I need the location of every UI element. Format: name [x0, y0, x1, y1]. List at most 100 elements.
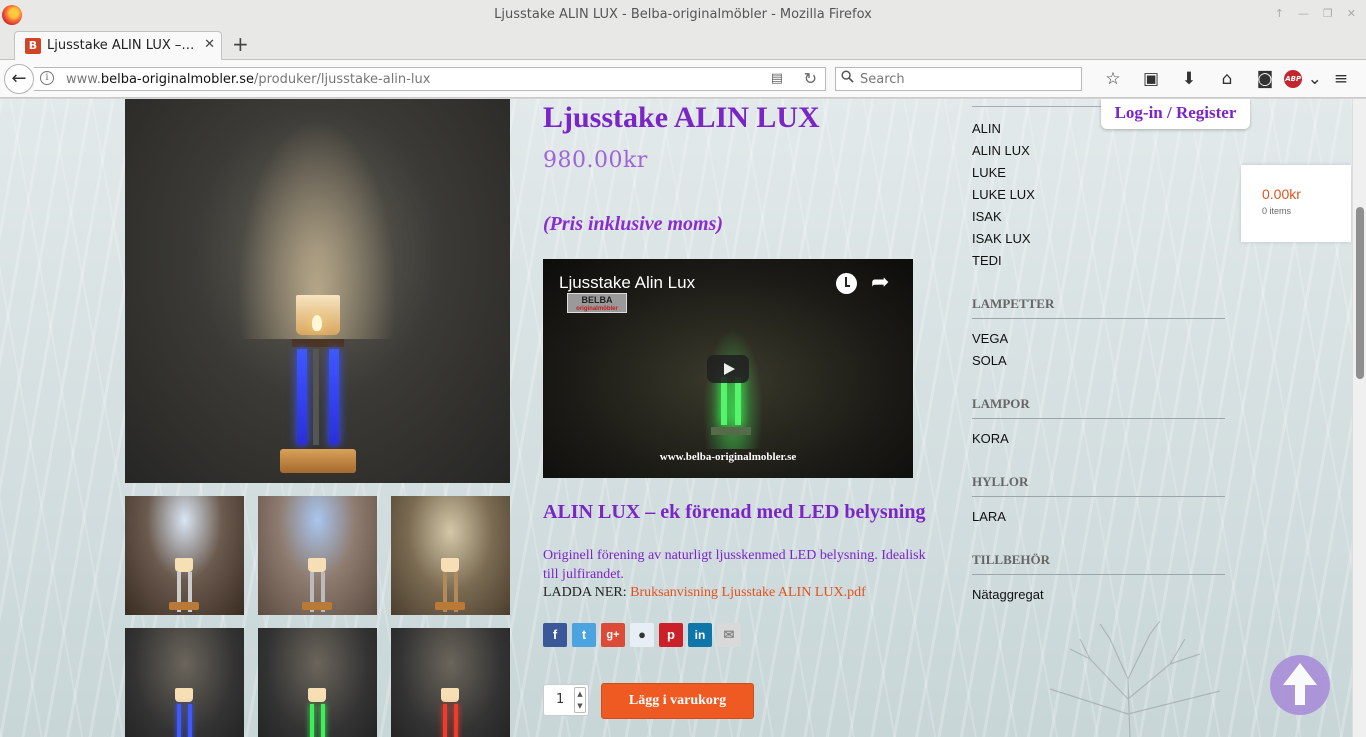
quantity-value[interactable]: 1 — [556, 692, 564, 707]
info-icon[interactable]: i — [40, 71, 54, 85]
product-price: 980.00kr — [543, 148, 648, 173]
sidebar-item-nataggregat[interactable]: Nätaggregat — [972, 587, 1044, 602]
tr — [454, 704, 458, 737]
video-watermark: www.belba-originalmobler.se — [659, 451, 797, 463]
product-thumbnail[interactable] — [391, 628, 510, 737]
share-icon[interactable]: ➦ — [871, 270, 889, 295]
product-thumbnail[interactable] — [125, 496, 244, 615]
grod — [735, 377, 741, 425]
search-input[interactable] — [860, 70, 1070, 88]
window-titlebar: Ljusstake ALIN LUX - Belba-originalmöble… — [0, 0, 1366, 30]
product-main-image[interactable] — [125, 99, 510, 483]
pinterest-icon[interactable]: p — [659, 623, 683, 647]
sidebar-item-isak[interactable]: ISAK — [972, 209, 1002, 224]
sidebar-item-alin-lux[interactable]: ALIN LUX — [972, 143, 1030, 158]
download-icon[interactable]: ⬇ — [1170, 68, 1208, 90]
page-scrollbar[interactable] — [1352, 99, 1366, 737]
product-thumbnail[interactable] — [258, 628, 377, 737]
menu-icon[interactable]: ≡ — [1322, 68, 1360, 90]
sidebar-divider — [972, 496, 1225, 497]
product-thumbnail[interactable] — [391, 496, 510, 615]
sidebar-heading-lampor: LAMPOR — [972, 396, 1030, 411]
tab-close-icon[interactable]: ✕ — [204, 37, 215, 52]
product-thumbnail[interactable] — [258, 496, 377, 615]
url-text[interactable]: www.belba-originalmobler.se/produker/lju… — [66, 72, 430, 87]
scroll-to-top-button[interactable] — [1270, 655, 1330, 715]
tr — [321, 704, 325, 737]
sidebar-item-luke[interactable]: LUKE — [972, 165, 1006, 180]
sidebar-item-vega[interactable]: VEGA — [972, 331, 1008, 346]
search-bar[interactable] — [835, 67, 1082, 91]
play-button[interactable] — [707, 355, 749, 383]
share-buttons: f t g+ ● p in ✉ — [543, 623, 741, 647]
sidebar-item-alin[interactable]: ALIN — [972, 121, 1001, 136]
lamp-base — [280, 449, 356, 473]
reddit-icon[interactable]: ● — [630, 623, 654, 647]
sidebar-item-kora[interactable]: KORA — [972, 431, 1009, 446]
navigation-toolbar: ← i www.belba-originalmobler.se/produker… — [0, 60, 1366, 98]
download-label: LADDA NER: — [543, 585, 627, 600]
minimize-icon[interactable]: ↑ — [1275, 7, 1284, 20]
tc — [175, 558, 193, 572]
google-plus-icon[interactable]: g+ — [601, 623, 625, 647]
reload-icon[interactable]: ↻ — [804, 69, 817, 88]
decorative-tree-graphic — [1049, 620, 1221, 737]
login-register-link[interactable]: Log-in / Register — [1101, 99, 1250, 129]
tr — [188, 704, 192, 737]
tb — [435, 602, 465, 610]
mini-cart[interactable]: 0.00kr 0 items — [1241, 165, 1351, 242]
tc — [308, 558, 326, 572]
lamp-top — [292, 339, 344, 347]
tc — [175, 688, 193, 702]
video-title[interactable]: Ljusstake Alin Lux — [559, 273, 695, 293]
watch-later-icon[interactable] — [836, 273, 857, 294]
cart-item-count: 0 items — [1262, 206, 1292, 216]
reader-view-icon[interactable]: ▤ — [771, 71, 783, 86]
tc — [441, 688, 459, 702]
toolbar-icons: ☆ ▣ ⬇ ⌂ ◙ ABP ⌄ ≡ — [1094, 68, 1360, 90]
sidebar-item-sola[interactable]: SOLA — [972, 353, 1007, 368]
pocket-icon[interactable]: ◙ — [1246, 68, 1284, 90]
tr — [443, 704, 447, 737]
gbase — [711, 427, 751, 435]
scrollbar-thumb[interactable] — [1356, 207, 1364, 379]
adblock-button[interactable]: ABP ⌄ — [1284, 68, 1322, 90]
email-icon[interactable]: ✉ — [717, 623, 741, 647]
facebook-icon[interactable]: f — [543, 623, 567, 647]
tc — [308, 688, 326, 702]
page-content: Ljusstake ALIN LUX 980.00kr (Pris inklus… — [0, 99, 1352, 737]
sidebar-item-tedi[interactable]: TEDI — [972, 253, 1002, 268]
back-button[interactable]: ← — [4, 64, 34, 94]
reading-list-icon[interactable]: ▣ — [1132, 68, 1170, 90]
download-link[interactable]: Bruksanvisning Ljusstake ALIN LUX.pdf — [630, 585, 866, 600]
new-tab-button[interactable]: + — [232, 32, 249, 56]
linkedin-icon[interactable]: in — [688, 623, 712, 647]
product-title: Ljusstake ALIN LUX — [543, 101, 820, 134]
product-description: Originell förening av naturligt ljussken… — [543, 548, 926, 582]
stepper-arrows-icon[interactable]: ▲ ▼ — [574, 687, 586, 713]
tr — [310, 704, 314, 737]
home-icon[interactable]: ⌂ — [1208, 68, 1246, 90]
url-bar[interactable]: i www.belba-originalmobler.se/produker/l… — [34, 67, 826, 91]
tr — [177, 704, 181, 737]
twitter-icon[interactable]: t — [572, 623, 596, 647]
grod — [721, 377, 727, 425]
video-logo: BELBA originalmöbler — [567, 293, 627, 313]
vat-note: (Pris inklusive moms) — [543, 213, 724, 235]
tab-active[interactable]: B Ljusstake ALIN LUX –… ✕ — [14, 31, 222, 61]
add-to-cart-button[interactable]: Lägg i varukorg — [601, 683, 754, 719]
maximize-icon[interactable]: ❐ — [1323, 7, 1333, 20]
sidebar-divider — [972, 574, 1225, 575]
restore-icon[interactable]: — — [1298, 7, 1309, 20]
sidebar-heading-hyllor: HYLLOR — [972, 474, 1029, 489]
lamp-rod — [313, 349, 319, 445]
sidebar-item-luke-lux[interactable]: LUKE LUX — [972, 187, 1035, 202]
close-window-icon[interactable]: ✕ — [1347, 7, 1356, 20]
back-icon: ← — [11, 68, 27, 89]
sidebar-item-isak-lux[interactable]: ISAK LUX — [972, 231, 1031, 246]
sidebar-item-lara[interactable]: LARA — [972, 509, 1006, 524]
bookmark-star-icon[interactable]: ☆ — [1094, 68, 1132, 90]
youtube-video-embed[interactable]: Ljusstake Alin Lux ➦ BELBA originalmöbler… — [543, 259, 913, 478]
quantity-stepper[interactable]: 1 ▲ ▼ — [543, 684, 589, 716]
product-thumbnail[interactable] — [125, 628, 244, 737]
